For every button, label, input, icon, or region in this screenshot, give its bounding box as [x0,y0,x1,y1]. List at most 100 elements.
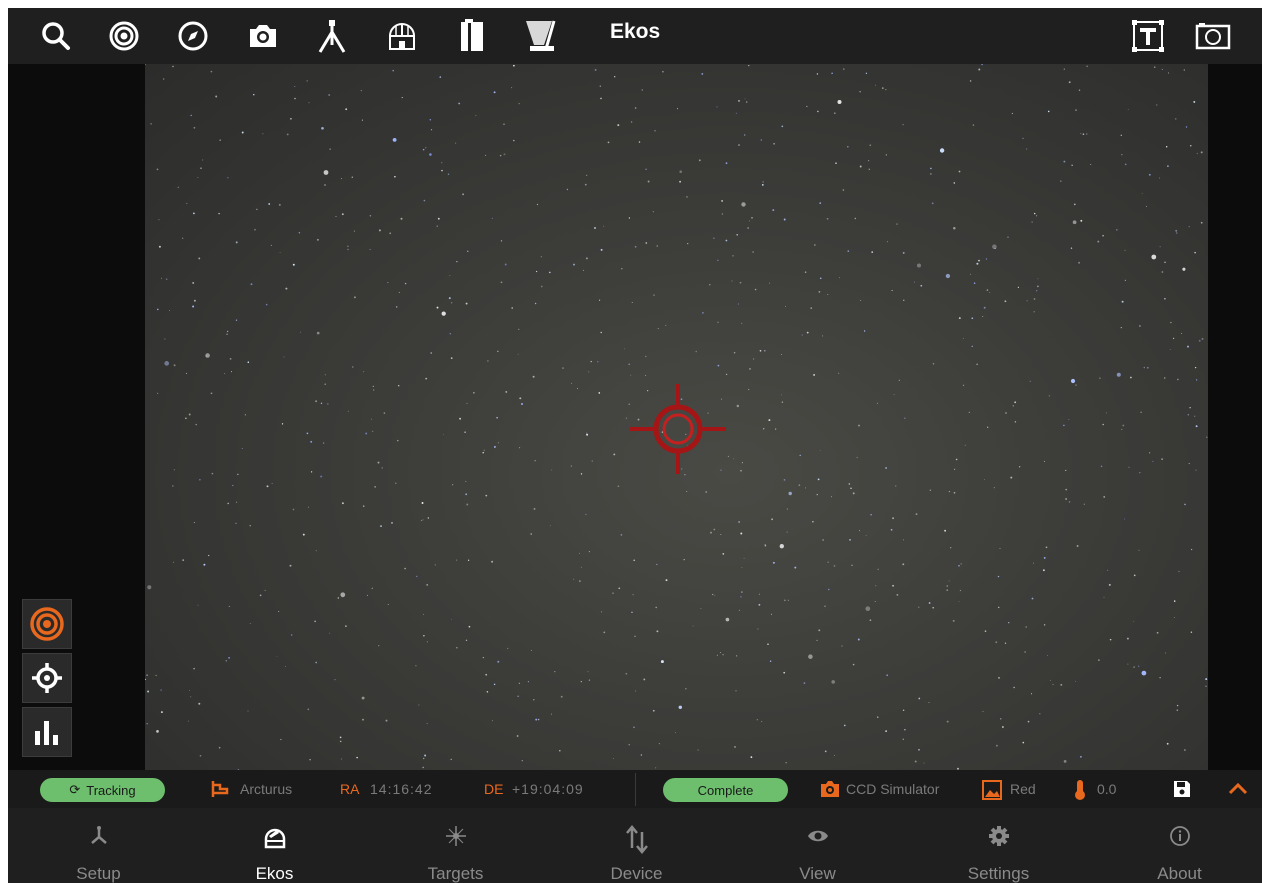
star [353,296,356,299]
observatory-dome-icon[interactable] [384,18,420,54]
star [518,102,520,105]
star [363,371,365,373]
star [185,417,187,420]
star [962,384,965,386]
star [758,603,761,606]
nav-item-about[interactable]: About [1089,808,1262,883]
star [1060,683,1063,686]
star [660,660,664,664]
star [953,227,956,230]
star [493,683,496,686]
guide-target-button[interactable] [22,599,72,649]
star [371,430,374,433]
star [769,282,771,284]
text-overlay-icon[interactable] [1130,18,1166,54]
star [146,723,148,725]
star [1187,345,1189,348]
star [353,230,355,232]
star [208,554,210,557]
star [256,208,258,210]
star [998,677,1000,679]
nav-item-setup[interactable]: Setup [8,808,189,883]
star [1026,300,1028,302]
star [683,558,685,561]
star [624,348,626,350]
star [1078,261,1081,264]
filter-wheel-icon[interactable] [454,18,490,54]
fits-image-viewer[interactable] [145,64,1208,770]
star [697,749,699,751]
camera-name: CCD Simulator [846,781,940,797]
star [500,240,503,242]
ra-value: 14:16:42 [370,781,433,797]
star [1018,466,1021,468]
star [530,649,532,651]
star [247,361,250,363]
compass-icon[interactable] [175,18,211,54]
star [851,564,853,566]
target-icon[interactable] [106,18,142,54]
star [891,289,893,292]
star [955,458,958,461]
histogram-button[interactable] [22,707,72,757]
star [566,188,569,191]
tripod-icon[interactable] [314,18,350,54]
star [944,529,947,532]
star [1011,112,1014,115]
star [306,80,308,82]
star [482,451,484,454]
star [378,645,380,647]
search-icon[interactable] [38,18,74,54]
star [237,473,239,476]
star [741,322,743,324]
star [1169,348,1171,350]
star [1043,556,1046,559]
star [1103,496,1106,498]
save-icon[interactable] [1172,779,1192,799]
star [964,444,966,446]
star [612,592,614,594]
star [1201,337,1204,340]
star [200,167,202,169]
bottom-nav: Setup Ekos Targets Device View Settings … [8,808,1262,883]
star [493,91,496,94]
star [1159,177,1161,179]
star [630,374,632,376]
star [339,736,342,739]
star [197,604,199,606]
star [771,613,773,615]
image-frame-icon[interactable] [1195,18,1231,54]
crosshair-toggle-button[interactable] [22,653,72,703]
star [1175,229,1178,232]
star [1107,569,1109,571]
star [804,271,807,273]
star [720,533,722,535]
nav-item-device[interactable]: Device [546,808,727,883]
star [739,281,742,284]
star [741,202,746,207]
chevron-up-icon[interactable] [1227,779,1249,799]
star [978,68,981,71]
nav-item-settings[interactable]: Settings [908,808,1089,883]
nav-item-view[interactable]: View [727,808,908,883]
star [1075,384,1077,386]
star [389,232,392,235]
star [902,123,904,126]
nav-item-ekos[interactable]: Ekos [184,808,365,883]
nav-item-targets[interactable]: Targets [365,808,546,883]
star [716,654,718,656]
star [607,141,610,144]
star [834,755,835,756]
star [1149,452,1151,454]
star [1138,325,1141,327]
star [236,501,238,503]
star [266,485,269,488]
star [771,518,774,521]
star [193,667,195,670]
camera-icon[interactable] [245,18,281,54]
flat-panel-icon[interactable] [524,18,560,54]
star [748,388,750,391]
star [235,241,238,244]
star [1047,655,1049,656]
star [160,711,163,714]
